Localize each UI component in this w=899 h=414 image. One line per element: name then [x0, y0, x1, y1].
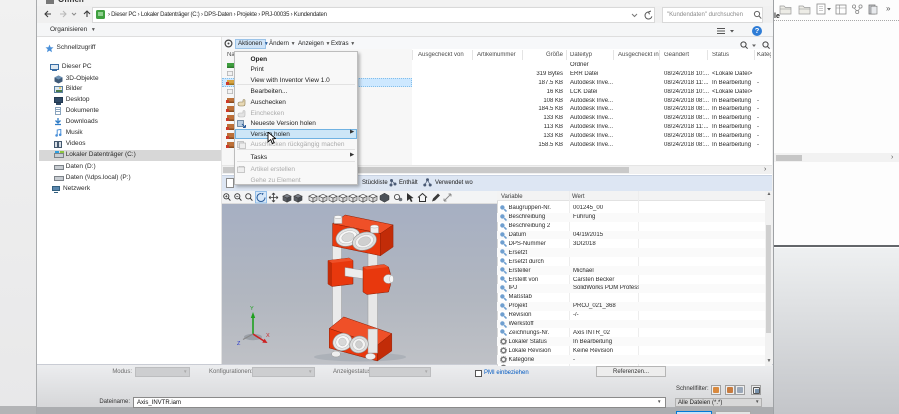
- svg-text:Z: Z: [237, 341, 241, 347]
- svg-text:Y: Y: [250, 306, 254, 312]
- svg-text:X: X: [266, 333, 270, 339]
